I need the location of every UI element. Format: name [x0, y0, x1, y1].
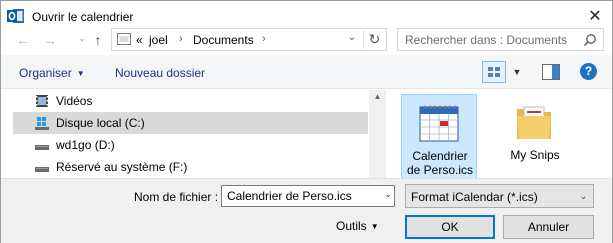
preview-pane-icon[interactable]: [542, 64, 560, 80]
file-list: Calendrier de Perso.ics My Snips: [387, 90, 612, 178]
outlook-icon: [7, 9, 24, 23]
file-type-value: Format iCalendar (*.ics): [411, 190, 538, 204]
tree-item-label: Vidéos: [56, 94, 93, 108]
folder-icon: [517, 106, 551, 139]
refresh-icon[interactable]: ↻: [363, 30, 385, 49]
folder-icon: [117, 33, 131, 45]
filename-field[interactable]: Calendrier de Perso.ics ⌄: [221, 185, 395, 207]
breadcrumb-overflow[interactable]: «: [136, 33, 143, 47]
forward-arrow-icon[interactable]: →: [42, 31, 58, 49]
filename-label: Nom de fichier :: [134, 190, 219, 204]
file-label-line-1: Calendrier: [412, 149, 468, 163]
tree-item-label: Réservé au système (F:): [56, 160, 188, 174]
video-folder-icon: [36, 95, 48, 107]
scroll-up-icon[interactable]: ▲: [369, 92, 386, 101]
search-placeholder: Rechercher dans : Documents: [405, 33, 568, 47]
command-toolbar: Organiser ▼ Nouveau dossier ▼ ?: [1, 55, 612, 89]
file-label-line-2: de Perso.ics: [406, 163, 474, 177]
view-dropdown-icon[interactable]: ▼: [508, 61, 526, 83]
breadcrumb-joel[interactable]: joel: [149, 33, 168, 47]
address-dropdown-icon[interactable]: ⌄: [345, 32, 359, 43]
tree-item-label: Disque local (C:): [56, 116, 145, 130]
navigation-scrollbar[interactable]: ▲: [369, 90, 386, 178]
window-title: Ouvrir le calendrier: [32, 10, 134, 24]
search-input[interactable]: Rechercher dans : Documents: [397, 28, 604, 51]
new-folder-button[interactable]: Nouveau dossier: [115, 66, 205, 80]
drive-icon: [35, 167, 49, 172]
open-calendar-dialog: Ouvrir le calendrier ✕ ← → ⌄ ↑ « joel › …: [0, 0, 613, 243]
filename-dropdown-icon[interactable]: ⌄: [384, 189, 392, 200]
windows-drive-icon: [35, 117, 49, 130]
file-type-select[interactable]: Format iCalendar (*.ics) ⌄: [405, 184, 594, 208]
recent-locations-chevron-icon[interactable]: ⌄: [78, 33, 86, 44]
bottom-panel: Nom de fichier : Calendrier de Perso.ics…: [1, 178, 612, 243]
address-bar[interactable]: « joel › Documents › ⌄ ↻: [111, 28, 387, 51]
back-arrow-icon[interactable]: ←: [15, 31, 31, 49]
organize-label: Organiser: [19, 66, 72, 80]
tools-label: Outils: [336, 219, 367, 233]
tools-menu-button[interactable]: Outils ▼: [336, 219, 379, 233]
navigation-pane: Vidéos Disque local (C:) wd1go (D:) Rése…: [1, 90, 371, 178]
navigation-row: ← → ⌄ ↑ « joel › Documents › ⌄ ↻ Recherc…: [1, 27, 612, 53]
file-item-label: My Snips: [497, 148, 573, 162]
calendar-file-icon: [419, 105, 459, 142]
chevron-down-icon: ▼: [370, 222, 379, 231]
change-view-button[interactable]: [482, 61, 506, 83]
breadcrumb-separator[interactable]: ›: [179, 33, 183, 45]
filename-value: Calendrier de Perso.ics: [227, 189, 352, 203]
file-label-line-1: My Snips: [510, 148, 560, 162]
file-item-my-snips[interactable]: My Snips: [497, 94, 573, 178]
tree-item-videos[interactable]: Vidéos: [13, 90, 368, 112]
close-icon: ✕: [588, 8, 602, 25]
drive-icon: [35, 145, 49, 150]
ok-button[interactable]: OK: [405, 215, 495, 239]
breadcrumb-documents[interactable]: Documents: [193, 33, 254, 47]
tree-item-wd1go[interactable]: wd1go (D:): [13, 134, 368, 156]
organize-menu-button[interactable]: Organiser ▼: [19, 66, 85, 80]
file-item-label: Calendrier de Perso.ics: [402, 149, 478, 177]
breadcrumb-separator[interactable]: ›: [262, 33, 266, 45]
search-icon: [583, 34, 596, 47]
tree-item-system-reserved[interactable]: Réservé au système (F:): [13, 156, 368, 178]
tree-item-local-disk[interactable]: Disque local (C:): [13, 112, 368, 134]
up-arrow-icon[interactable]: ↑: [90, 31, 106, 49]
view-layout-icon: [488, 67, 500, 77]
chevron-down-icon: ▼: [76, 69, 85, 78]
file-item-calendar[interactable]: Calendrier de Perso.ics: [401, 94, 477, 178]
chevron-down-icon: ⌄: [579, 191, 587, 201]
tree-item-label: wd1go (D:): [56, 138, 115, 152]
cancel-button[interactable]: Annuler: [503, 215, 594, 239]
help-icon[interactable]: ?: [580, 63, 597, 80]
